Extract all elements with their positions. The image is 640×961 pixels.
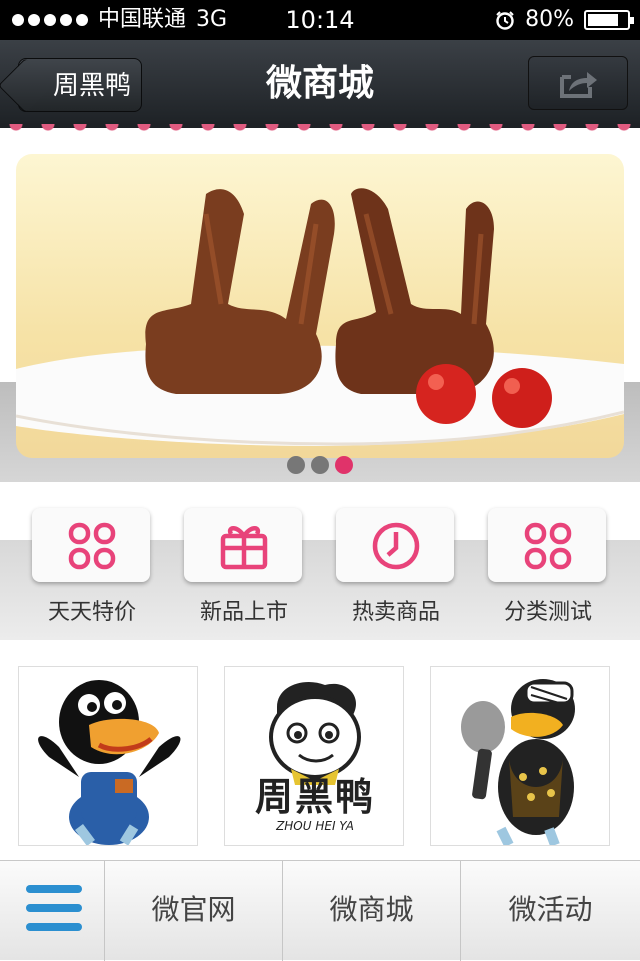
hamburger-icon — [26, 885, 82, 942]
carousel-dot[interactable] — [287, 456, 305, 474]
menu-new-arrivals[interactable]: 新品上市 — [182, 506, 306, 625]
navigation-bar: 周黑鸭 微商城 — [0, 40, 640, 128]
tab-label: 微活动 — [508, 893, 593, 926]
product-card[interactable]: 周黑鸭 ZHOU HEI YA — [224, 666, 404, 846]
banner-carousel[interactable] — [16, 154, 624, 458]
brand-logo-subtext: ZHOU HEI YA — [276, 819, 354, 833]
tab-label: 微官网 — [151, 893, 236, 926]
banner-section — [0, 132, 640, 482]
menu-category-test[interactable]: 分类测试 — [486, 506, 610, 625]
carousel-indicator — [0, 456, 640, 474]
product-card[interactable] — [430, 666, 610, 846]
quick-menu: 天天特价 新品上市 热卖商品 分类测试 — [0, 484, 640, 640]
tab-label: 微商城 — [329, 893, 414, 926]
product-card[interactable] — [18, 666, 198, 846]
banner-image-duck-necks — [16, 188, 624, 446]
decorative-border — [0, 124, 640, 132]
duck-mascot-image — [38, 680, 181, 845]
bottom-tab-bar: 微官网 微商城 微活动 — [0, 860, 640, 961]
duck-singer-image — [461, 679, 575, 845]
menu-label: 新品上市 — [199, 600, 288, 625]
battery-percent: 80% — [525, 7, 574, 32]
menu-button[interactable] — [0, 861, 104, 961]
brand-logo-text: 周黑鸭 — [254, 775, 375, 819]
menu-label: 天天特价 — [47, 600, 136, 625]
alarm-icon — [496, 11, 514, 30]
clock-icon — [372, 522, 420, 570]
menu-label: 分类测试 — [503, 600, 592, 625]
tab-activities[interactable]: 微活动 — [460, 861, 640, 961]
tab-mall[interactable]: 微商城 — [282, 861, 460, 961]
tab-official-site[interactable]: 微官网 — [104, 861, 282, 961]
share-button[interactable] — [528, 56, 628, 110]
menu-daily-deals[interactable]: 天天特价 — [30, 506, 154, 625]
battery-icon — [584, 10, 634, 30]
share-icon — [560, 72, 597, 98]
menu-label: 热卖商品 — [351, 600, 440, 625]
grid-icon — [68, 522, 116, 570]
product-grid: 周黑鸭 ZHOU HEI YA — [0, 642, 640, 860]
carousel-dot[interactable] — [335, 456, 353, 474]
status-bar: 中国联通 3G 10:14 80% — [0, 0, 640, 40]
grid-icon — [524, 522, 572, 570]
menu-hot-products[interactable]: 热卖商品 — [334, 506, 458, 625]
gift-icon — [220, 526, 268, 570]
carousel-dot[interactable] — [311, 456, 329, 474]
